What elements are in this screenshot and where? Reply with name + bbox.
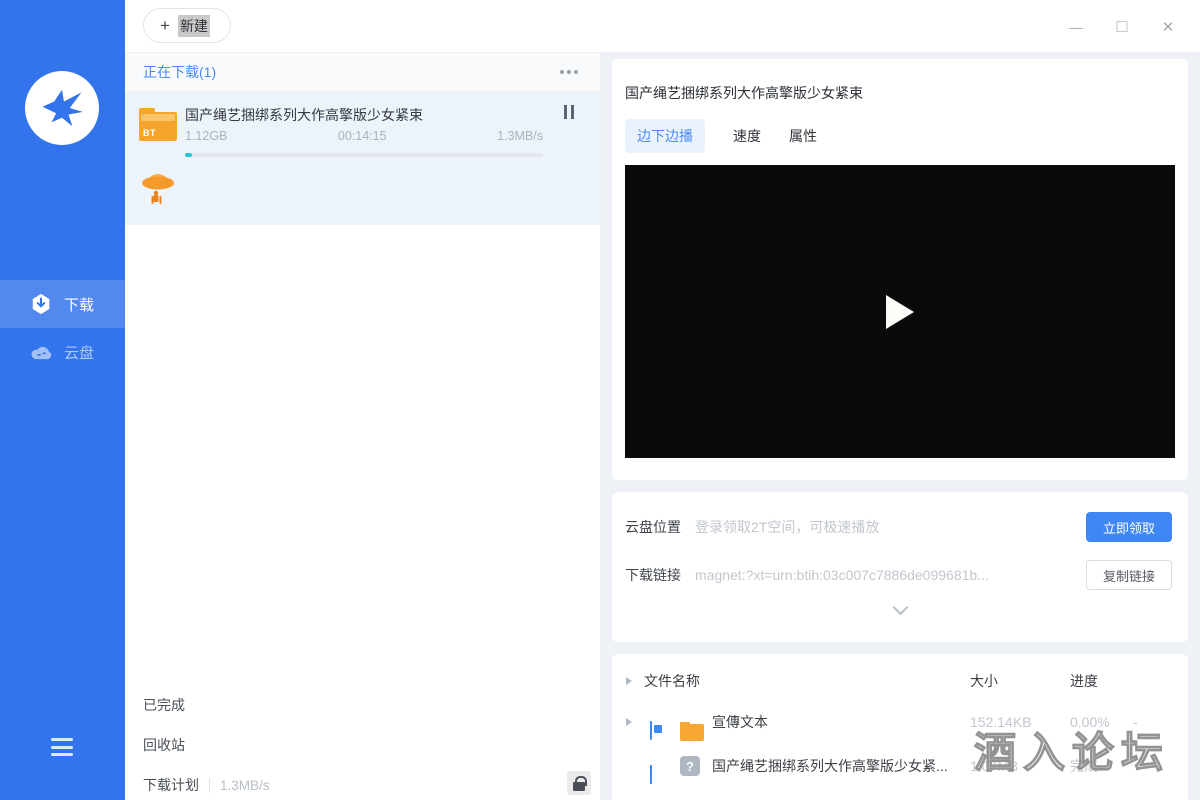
window-controls xyxy=(1066,0,1178,53)
download-plan-row[interactable]: 下载计划 1.3MB/s xyxy=(143,775,270,795)
task-time-left: 00:14:15 xyxy=(338,129,387,143)
task-progress-bar xyxy=(185,153,543,157)
sidebar-item-label: 下载 xyxy=(64,294,94,315)
hamburger-menu-icon[interactable] xyxy=(51,738,73,756)
task-title: 国产绳艺捆绑系列大作高擎版少女紧束 xyxy=(185,105,545,125)
cloud-icon xyxy=(30,341,52,363)
task-progress-fill xyxy=(185,153,192,157)
tab-speed[interactable]: 速度 xyxy=(733,119,761,153)
download-hexagon-icon xyxy=(30,293,52,315)
minimize-icon[interactable] xyxy=(1066,17,1086,37)
close-icon[interactable] xyxy=(1158,17,1178,37)
file-name: 国产绳艺捆绑系列大作高擎版少女紧... xyxy=(712,756,948,776)
task-stats: 1.12GB 00:14:15 1.3MB/s xyxy=(185,129,543,143)
video-preview-area[interactable] xyxy=(625,165,1175,458)
claim-now-button[interactable]: 立即领取 xyxy=(1086,512,1172,542)
lock-icon[interactable] xyxy=(567,771,591,795)
file-list-header: 文件名称 大小 进度 xyxy=(612,664,1188,698)
detail-tabs: 边下边播 速度 属性 xyxy=(625,119,1175,153)
ufo-icon[interactable] xyxy=(139,167,177,207)
download-link-row: 下载链接 magnet:?xt=urn:btih:03c007c7886de09… xyxy=(625,560,1172,590)
cloud-location-label: 云盘位置 xyxy=(625,517,681,537)
file-name: 宣傳文本 xyxy=(712,712,768,732)
column-size: 大小 xyxy=(970,671,998,691)
sidebar-item-download[interactable]: 下载 xyxy=(0,280,125,328)
bt-badge: BT xyxy=(143,128,156,138)
sidebar: 下载 云盘 xyxy=(0,0,125,800)
tab-play-while-download[interactable]: 边下边播 xyxy=(625,119,705,153)
task-size: 1.12GB xyxy=(185,129,227,143)
column-progress: 进度 xyxy=(1070,671,1098,691)
download-list-panel: 正在下载(1) BT 国产绳艺捆绑系列大作高擎版少女紧束 1.12GB 00:1… xyxy=(125,53,600,800)
pause-icon[interactable] xyxy=(564,105,574,119)
task-speed: 1.3MB/s xyxy=(497,129,543,143)
plus-icon xyxy=(160,16,170,36)
magnet-link-value: magnet:?xt=urn:btih:03c007c7886de099681b… xyxy=(695,567,989,583)
file-checkbox[interactable] xyxy=(650,765,652,784)
new-task-label: 新建 xyxy=(178,15,210,37)
info-card: 云盘位置 登录领取2T空间，可极速播放 立即领取 下载链接 magnet:?xt… xyxy=(612,492,1188,642)
file-progress: 0.00% xyxy=(1070,714,1110,730)
file-progress: 完成 xyxy=(1070,756,1098,776)
downloading-section-header[interactable]: 正在下载(1) xyxy=(125,53,600,91)
download-task-item[interactable]: BT 国产绳艺捆绑系列大作高擎版少女紧束 1.12GB 00:14:15 1.3… xyxy=(125,91,600,225)
new-task-button[interactable]: 新建 xyxy=(143,8,231,43)
detail-title: 国产绳艺捆绑系列大作高擎版少女紧束 xyxy=(625,59,1175,103)
file-row-folder[interactable]: 宣傳文本 152.14KB 0.00% - xyxy=(612,700,1188,744)
chevron-down-icon xyxy=(892,600,908,616)
topbar: 新建 xyxy=(125,0,1200,53)
app-logo xyxy=(25,71,99,145)
copy-link-button[interactable]: 复制链接 xyxy=(1086,560,1172,590)
cloud-location-hint: 登录领取2T空间，可极速播放 xyxy=(695,517,879,537)
column-file-name: 文件名称 xyxy=(644,671,700,691)
file-list-card: 文件名称 大小 进度 宣傳文本 152.14KB 0.00% - 国产绳艺捆绑系… xyxy=(612,654,1188,800)
triangle-right-icon[interactable] xyxy=(626,677,632,685)
downloading-title: 正在下载(1) xyxy=(143,62,216,82)
sidebar-item-recycle-bin[interactable]: 回收站 xyxy=(143,735,185,755)
sidebar-item-completed[interactable]: 已完成 xyxy=(143,695,185,715)
download-plan-label: 下载计划 xyxy=(143,775,199,795)
task-detail-panel: 国产绳艺捆绑系列大作高擎版少女紧束 边下边播 速度 属性 云盘位置 登录领取2T… xyxy=(600,53,1200,800)
sidebar-item-cloud[interactable]: 云盘 xyxy=(0,328,125,376)
play-icon[interactable] xyxy=(886,295,914,329)
file-size: 1.07MB xyxy=(970,758,1018,774)
expand-details-control[interactable] xyxy=(612,602,1188,613)
tab-properties[interactable]: 属性 xyxy=(789,119,817,153)
unknown-file-icon xyxy=(680,756,700,776)
triangle-right-icon[interactable] xyxy=(626,718,632,726)
download-plan-speed: 1.3MB/s xyxy=(209,778,270,793)
file-row-video[interactable]: 国产绳艺捆绑系列大作高擎版少女紧... 1.07MB 完成 xyxy=(612,744,1188,788)
player-card: 国产绳艺捆绑系列大作高擎版少女紧束 边下边播 速度 属性 xyxy=(612,59,1188,480)
cloud-location-row: 云盘位置 登录领取2T空间，可极速播放 立即领取 xyxy=(625,512,1172,542)
download-link-label: 下载链接 xyxy=(625,565,681,585)
file-checkbox[interactable] xyxy=(650,721,652,740)
file-size: 152.14KB xyxy=(970,714,1032,730)
ellipsis-icon[interactable] xyxy=(560,70,578,74)
hummingbird-logo-icon xyxy=(36,82,88,134)
bt-folder-icon: BT xyxy=(139,108,177,141)
sidebar-item-label: 云盘 xyxy=(64,342,94,363)
maximize-icon[interactable] xyxy=(1112,17,1132,37)
file-extra: - xyxy=(1133,714,1138,730)
